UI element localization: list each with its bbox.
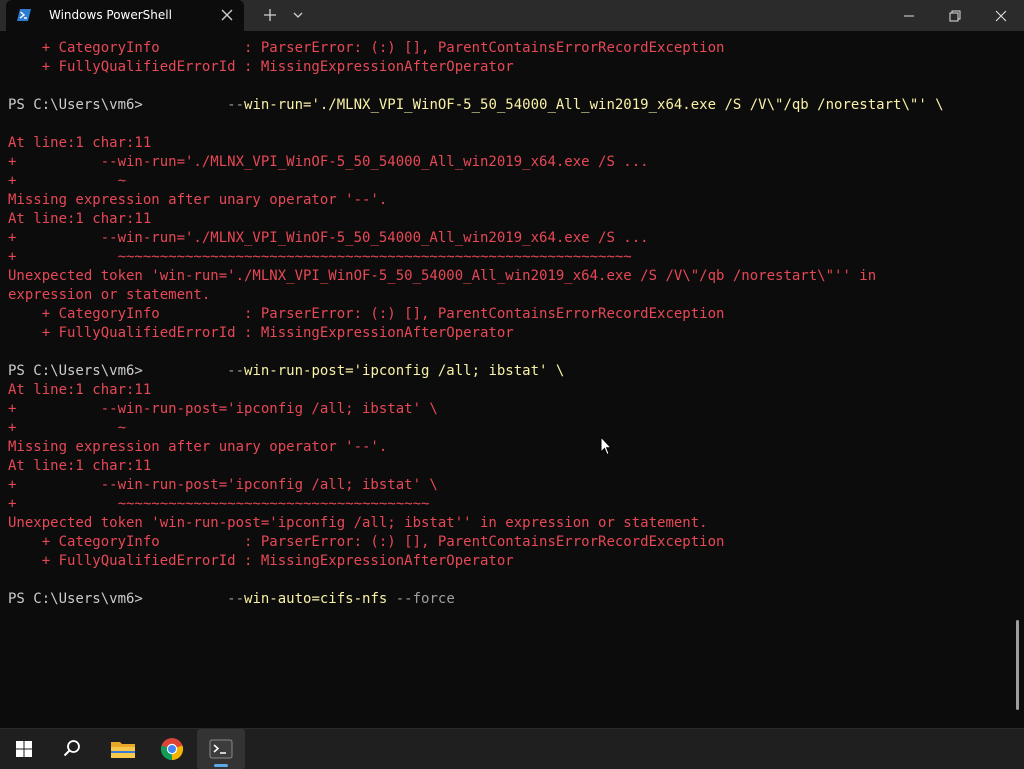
chrome-icon	[160, 738, 184, 761]
console-line: At line:1 char:11	[8, 211, 152, 227]
console-line: + FullyQualifiedErrorId : MissingExpress…	[8, 553, 514, 569]
close-icon[interactable]	[220, 8, 234, 22]
command-dashes: --	[227, 97, 245, 113]
powershell-icon	[17, 9, 31, 21]
console-line: At line:1 char:11	[8, 135, 152, 151]
close-icon	[995, 10, 1007, 22]
command-dashes: --	[227, 591, 245, 607]
restore-icon	[949, 10, 961, 22]
search-button[interactable]	[48, 729, 96, 769]
command-dashes: --	[227, 363, 245, 379]
console-line: expression or statement.	[8, 287, 211, 303]
command-flag: --force	[387, 591, 455, 607]
close-window-button[interactable]	[978, 0, 1024, 31]
console-line: + --win-run='./MLNX_VPI_WinOF-5_50_54000…	[8, 154, 649, 170]
taskbar	[0, 728, 1024, 769]
console-line: Unexpected token 'win-run-post='ipconfig…	[8, 515, 708, 531]
console-output[interactable]: + CategoryInfo : ParserError: (:) [], Pa…	[0, 31, 1024, 728]
console-line: Missing expression after unary operator …	[8, 192, 388, 208]
console-line: At line:1 char:11	[8, 382, 152, 398]
file-explorer-icon	[111, 742, 135, 758]
console-line: + --win-run='./MLNX_VPI_WinOF-5_50_54000…	[8, 230, 649, 246]
command-text: win-auto=cifs-nfs	[244, 591, 388, 607]
console-line: + --win-run-post='ipconfig /all; ibstat'…	[8, 477, 438, 493]
chrome-button[interactable]	[148, 729, 196, 769]
plus-icon[interactable]	[262, 7, 278, 23]
console-line: + ~~~~~~~~~~~~~~~~~~~~~~~~~~~~~~~~~~~~~~…	[8, 249, 632, 265]
console-line: Unexpected token 'win-run='./MLNX_VPI_Wi…	[8, 268, 877, 284]
console-line: Missing expression after unary operator …	[8, 439, 388, 455]
console-line: + ~	[8, 420, 127, 436]
prompt: PS C:\Users\vm6>	[8, 591, 152, 607]
prompt: PS C:\Users\vm6>	[8, 363, 152, 379]
prompt-line: PS C:\Users\vm6> --win-run-post='ipconfi…	[8, 362, 564, 381]
title-bar: Windows PowerShell	[0, 0, 1024, 31]
active-indicator	[214, 764, 228, 767]
minimize-icon	[904, 15, 914, 17]
command-text: win-run-post='ipconfig /all; ibstat' \	[244, 363, 565, 379]
search-icon	[63, 740, 80, 757]
minimize-button[interactable]	[886, 0, 932, 31]
terminal-button[interactable]	[197, 729, 245, 769]
file-explorer-button[interactable]	[98, 729, 146, 769]
chevron-down-icon[interactable]	[291, 9, 305, 21]
scrollbar-thumb[interactable]	[1016, 620, 1019, 710]
console-line: + FullyQualifiedErrorId : MissingExpress…	[8, 59, 514, 75]
prompt-line: PS C:\Users\vm6> --win-auto=cifs-nfs --f…	[8, 590, 455, 609]
prompt: PS C:\Users\vm6>	[8, 97, 152, 113]
restore-button[interactable]	[932, 0, 978, 31]
terminal-icon	[209, 739, 233, 759]
tab-title: Windows PowerShell	[49, 8, 172, 22]
console-line: + CategoryInfo : ParserError: (:) [], Pa…	[8, 40, 725, 56]
tab-windows-powershell[interactable]: Windows PowerShell	[6, 0, 244, 31]
command-text: win-run='./MLNX_VPI_WinOF-5_50_54000_All…	[244, 97, 944, 113]
console-line: + CategoryInfo : ParserError: (:) [], Pa…	[8, 534, 725, 550]
console-line: + FullyQualifiedErrorId : MissingExpress…	[8, 325, 514, 341]
console-line: + --win-run-post='ipconfig /all; ibstat'…	[8, 401, 438, 417]
start-button[interactable]	[0, 729, 48, 769]
console-line: + CategoryInfo : ParserError: (:) [], Pa…	[8, 306, 725, 322]
console-line: + ~~~~~~~~~~~~~~~~~~~~~~~~~~~~~~~~~~~~~	[8, 496, 430, 512]
mouse-cursor-icon	[600, 436, 612, 456]
console-line: At line:1 char:11	[8, 458, 152, 474]
prompt-line: PS C:\Users\vm6> --win-run='./MLNX_VPI_W…	[8, 96, 944, 115]
windows-start-icon	[16, 741, 32, 757]
console-line: + ~	[8, 173, 127, 189]
